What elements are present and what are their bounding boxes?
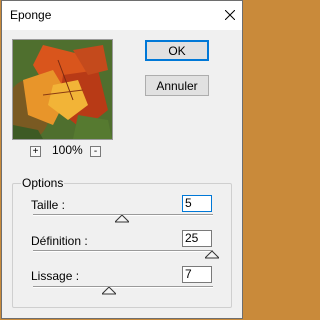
taille-input[interactable]: 5: [182, 195, 212, 212]
lissage-input[interactable]: 7: [182, 266, 212, 283]
zoom-out-button[interactable]: -: [90, 146, 101, 157]
taille-label: Taille :: [31, 198, 66, 212]
taille-slider-thumb[interactable]: [115, 215, 129, 223]
options-legend: Options: [21, 176, 65, 190]
definition-input[interactable]: 25: [182, 230, 212, 247]
eponge-dialog: Eponge OK Annuler + 100% - Options Taill…: [1, 0, 243, 319]
close-button[interactable]: [222, 7, 238, 23]
title-bar[interactable]: Eponge: [2, 1, 242, 30]
zoom-level: 100%: [52, 143, 83, 157]
lissage-slider-track[interactable]: [33, 286, 213, 288]
zoom-in-button[interactable]: +: [30, 146, 41, 157]
preview-image[interactable]: [12, 39, 113, 140]
definition-label: Définition :: [31, 234, 88, 248]
lissage-label: Lissage :: [31, 269, 80, 283]
cancel-button[interactable]: Annuler: [145, 75, 209, 96]
lissage-slider-thumb[interactable]: [102, 287, 116, 295]
definition-slider-track[interactable]: [33, 250, 213, 252]
ok-button[interactable]: OK: [145, 40, 209, 61]
definition-slider-thumb[interactable]: [205, 251, 219, 259]
close-icon: [225, 10, 235, 20]
window-title: Eponge: [10, 8, 52, 22]
